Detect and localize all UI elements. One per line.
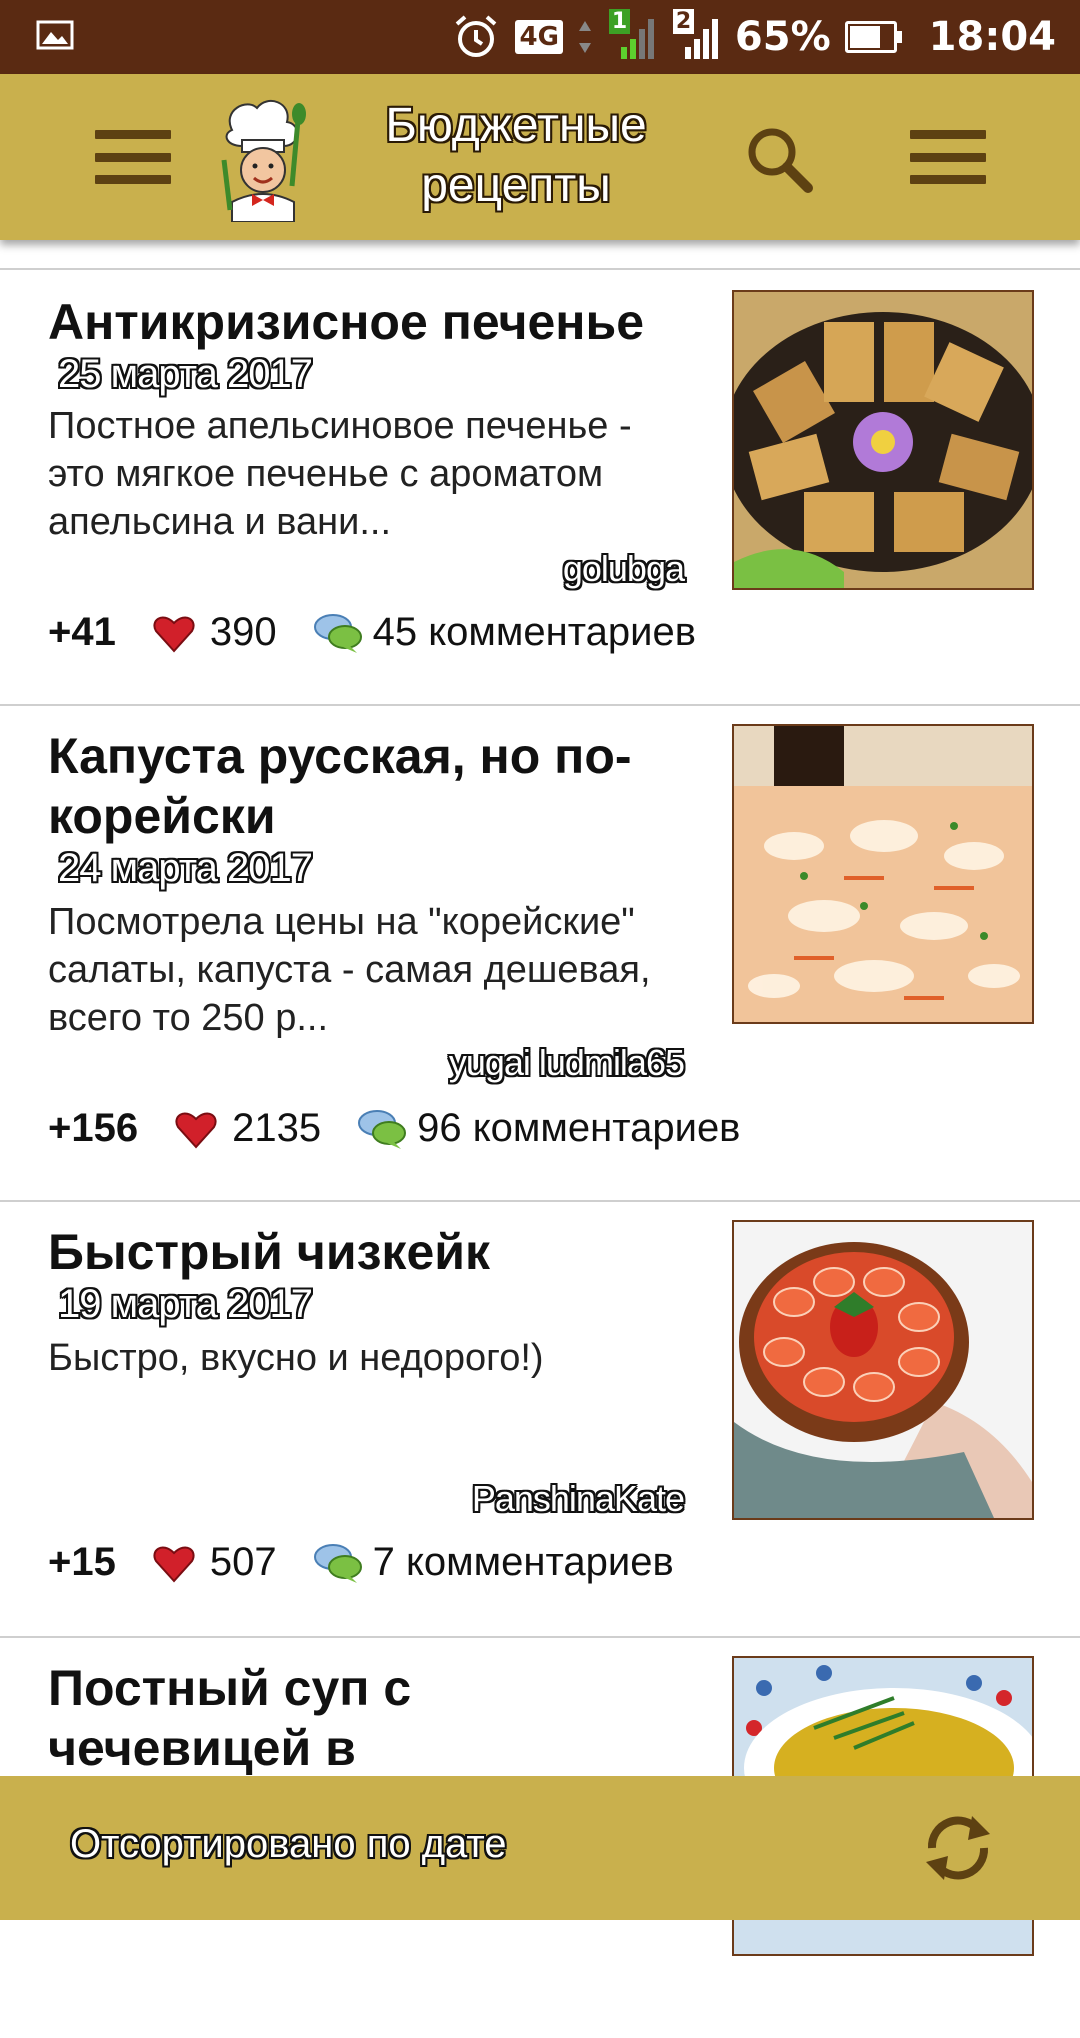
sort-label[interactable]: Отсортировано по дате <box>70 1822 507 1867</box>
options-menu-button[interactable] <box>910 130 986 184</box>
network-type-badge: 4G <box>515 20 563 54</box>
recipe-date: 25 марта 2017 <box>58 352 313 396</box>
recipe-date: 19 марта 2017 <box>58 1282 313 1326</box>
recipe-author[interactable]: golubga <box>563 548 685 590</box>
recipe-likes: 2135 <box>232 1106 322 1150</box>
recipe-card[interactable]: Капуста русская, но по-корейски 24 марта… <box>0 704 1080 1202</box>
status-bar: 4G 1 2 65% 18:04 <box>0 0 1080 74</box>
recipe-comments[interactable]: 7 комментариев <box>373 1540 674 1585</box>
recipe-stats: +156 2135 96 комментариев <box>48 1106 740 1151</box>
recipe-stats: +41 390 45 комментариев <box>48 610 696 655</box>
recipe-comments[interactable]: 45 комментариев <box>373 610 696 655</box>
menu-line <box>910 130 986 139</box>
recipe-likes: 507 <box>209 1540 277 1584</box>
heart-icon[interactable] <box>152 1541 196 1585</box>
comments-icon[interactable] <box>313 611 363 655</box>
cheesecake-photo <box>734 1222 1032 1518</box>
app-title: Бюджетные рецепты <box>330 96 702 216</box>
battery-icon <box>844 21 902 53</box>
recipe-rating: +15 <box>48 1540 116 1584</box>
cookies-photo <box>734 292 1032 588</box>
recipe-description: Посмотрела цены на "корейские" салаты, к… <box>48 901 651 1039</box>
app-bar: Бюджетные рецепты <box>0 74 1080 240</box>
recipe-author[interactable]: yugai ludmila65 <box>449 1042 685 1084</box>
sim1-signal-icon: 1 <box>607 9 657 63</box>
recipe-thumbnail[interactable] <box>732 1220 1034 1520</box>
nav-menu-button[interactable] <box>95 130 171 184</box>
menu-line <box>95 175 171 184</box>
menu-line <box>95 152 171 162</box>
alarm-icon <box>456 15 497 57</box>
recipe-rating: +41 <box>48 610 116 654</box>
recipe-stats: +15 507 7 комментариев <box>48 1540 674 1585</box>
heart-icon[interactable] <box>152 611 196 655</box>
recipe-thumbnail[interactable] <box>732 290 1034 590</box>
data-arrows-icon <box>578 21 591 53</box>
menu-line <box>95 130 171 139</box>
gallery-notification-icon <box>36 20 74 50</box>
recipe-card[interactable]: Антикризисное печенье 25 марта 2017 Пост… <box>0 268 1080 706</box>
sim2-signal-icon: 2 <box>671 9 721 63</box>
menu-line <box>910 152 986 162</box>
clock: 18:04 <box>928 14 1056 60</box>
app-title-line1: Бюджетные <box>385 99 647 152</box>
app-title-line2: рецепты <box>421 159 611 212</box>
refresh-icon[interactable] <box>918 1808 998 1888</box>
chef-logo-icon <box>221 99 306 222</box>
recipe-author[interactable]: PanshinaKate <box>472 1478 685 1520</box>
recipe-title[interactable]: Быстрый чизкейк <box>48 1222 678 1282</box>
battery-percent: 65% <box>734 14 831 60</box>
recipe-title[interactable]: Капуста русская, но по-корейски <box>48 726 678 846</box>
recipe-title[interactable]: Антикризисное печенье <box>48 292 678 352</box>
recipe-comments[interactable]: 96 комментариев <box>417 1106 740 1151</box>
recipe-card[interactable]: Быстрый чизкейк 19 марта 2017 Быстро, вк… <box>0 1200 1080 1638</box>
bottom-bar: Отсортировано по дате <box>0 1776 1080 1920</box>
recipe-description: Быстро, вкусно и недорого!) <box>48 1337 544 1379</box>
cabbage-salad-photo <box>734 726 1032 1022</box>
heart-icon[interactable] <box>174 1107 218 1151</box>
recipe-rating: +156 <box>48 1106 139 1150</box>
comments-icon[interactable] <box>313 1541 363 1585</box>
comments-icon[interactable] <box>357 1107 407 1151</box>
recipe-likes: 390 <box>209 610 277 654</box>
recipe-date: 24 марта 2017 <box>58 846 313 890</box>
recipe-title[interactable]: Постный суп с чечевицей в <box>48 1658 428 1778</box>
search-icon[interactable] <box>740 120 820 200</box>
recipe-description: Постное апельсиновое печенье - это мягко… <box>48 405 632 543</box>
menu-line <box>910 175 986 184</box>
recipe-thumbnail[interactable] <box>732 724 1034 1024</box>
